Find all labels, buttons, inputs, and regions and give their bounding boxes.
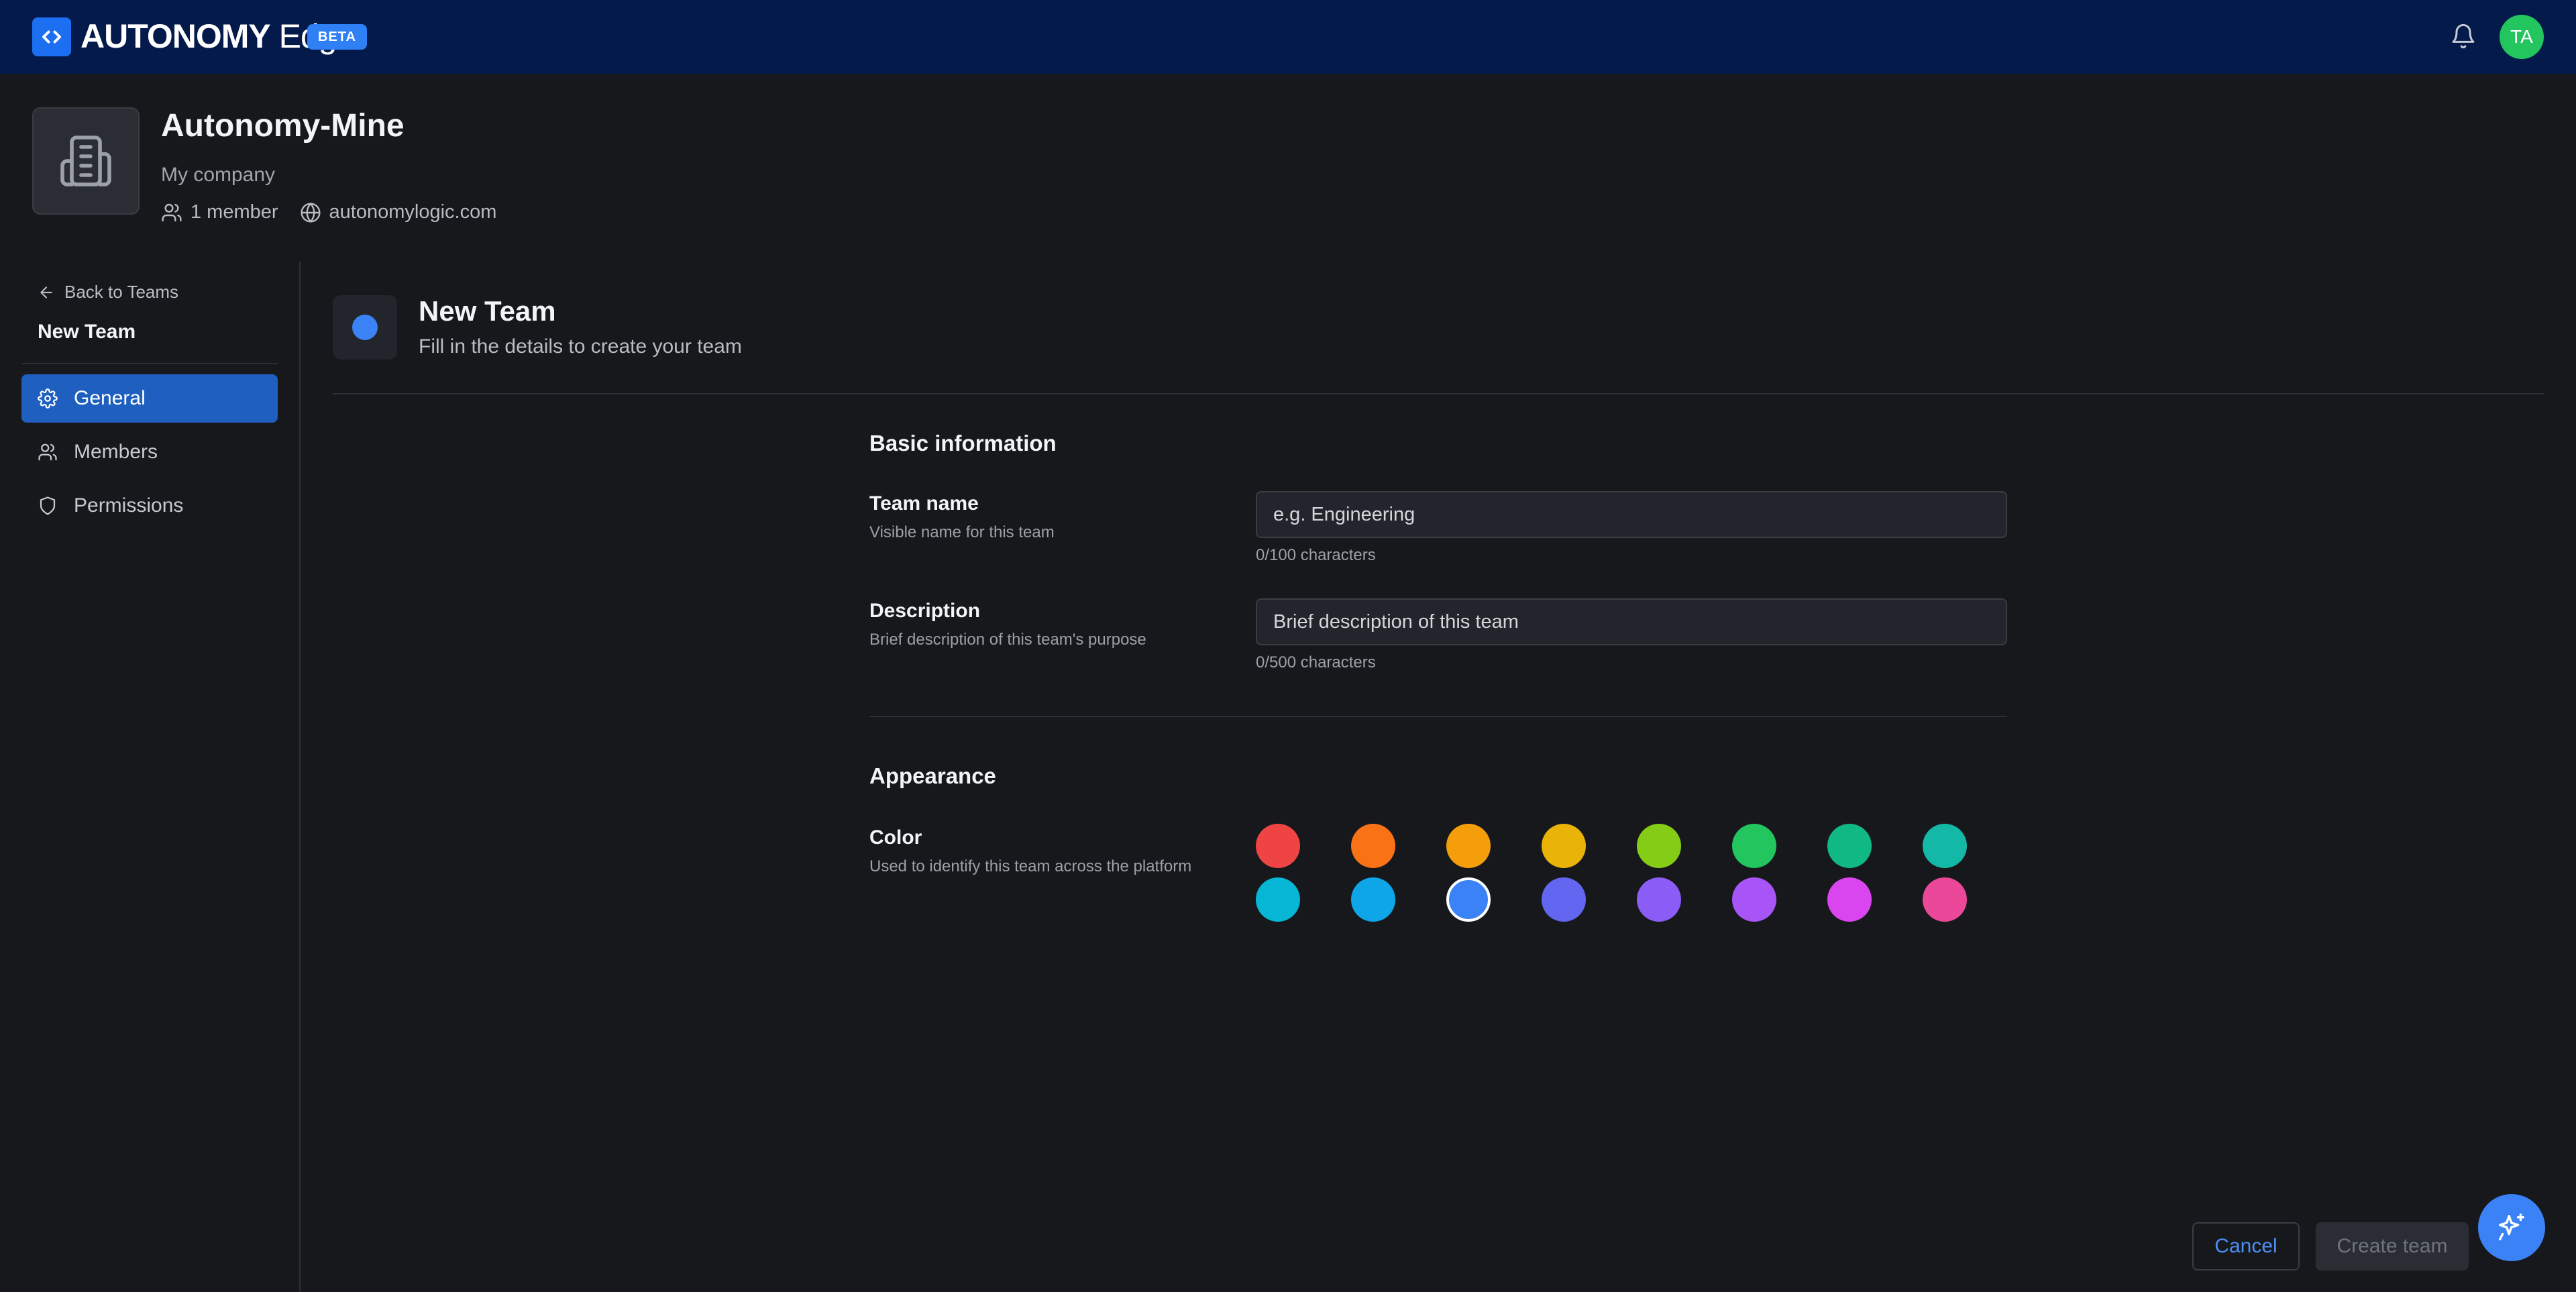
color-help: Used to identify this team across the pl…	[869, 857, 1192, 875]
back-to-teams-link[interactable]: Back to Teams	[38, 282, 178, 303]
building-icon	[32, 107, 140, 215]
color-swatch[interactable]	[1542, 824, 1586, 868]
back-to-teams-label: Back to Teams	[64, 282, 179, 302]
color-swatch[interactable]	[1351, 824, 1395, 868]
member-count-label: 1 member	[191, 201, 278, 223]
gear-icon	[38, 388, 58, 409]
color-swatch[interactable]	[1732, 824, 1776, 868]
member-count: 1 member	[161, 201, 278, 223]
sidebar-divider	[299, 262, 301, 1292]
organization-meta: 1 member autonomylogic.com	[161, 201, 518, 223]
sidebar-item-label: Permissions	[74, 494, 184, 517]
page-title: New Team	[419, 295, 556, 327]
team-name-help: Visible name for this team	[869, 523, 1055, 541]
organization-domain: autonomylogic.com	[300, 201, 497, 223]
page-subtitle: Fill in the details to create your team	[419, 335, 742, 358]
cancel-button[interactable]: Cancel	[2192, 1222, 2300, 1271]
notifications-bell-icon[interactable]	[2450, 23, 2477, 50]
color-swatch[interactable]	[1637, 824, 1681, 868]
description-help: Brief description of this team's purpose	[869, 631, 1146, 649]
ai-assistant-button[interactable]	[2478, 1194, 2545, 1261]
globe-icon	[301, 202, 321, 223]
sidebar-item-general[interactable]: General	[21, 374, 278, 423]
organization-domain-label: autonomylogic.com	[329, 201, 497, 223]
color-swatch[interactable]	[1923, 877, 1967, 922]
beta-badge: BETA	[307, 24, 367, 50]
color-swatch[interactable]	[1542, 877, 1586, 922]
arrow-left-icon	[40, 286, 52, 299]
basic-information-heading: Basic information	[869, 431, 1057, 455]
sparkles-icon	[2499, 1214, 2524, 1240]
top-navigation-bar: AUTONOMY Edge BETA TA	[0, 0, 2576, 74]
users-icon	[162, 203, 182, 221]
brand-bold: AUTONOMY	[80, 17, 271, 55]
app-logo-icon[interactable]	[32, 17, 71, 56]
color-swatch[interactable]	[1256, 877, 1300, 922]
sidebar-item-permissions[interactable]: Permissions	[21, 482, 278, 530]
team-color-dot	[352, 315, 378, 340]
users-icon	[38, 443, 57, 461]
description-label: Description	[869, 600, 981, 622]
color-swatch[interactable]	[1351, 877, 1395, 922]
color-swatch[interactable]	[1827, 877, 1872, 922]
color-swatch[interactable]	[1446, 877, 1491, 922]
shield-icon	[40, 496, 56, 515]
color-swatch[interactable]	[1827, 824, 1872, 868]
header-divider	[333, 393, 2544, 394]
sidebar-item-label: Members	[74, 441, 158, 463]
sidebar-title: New Team	[38, 321, 136, 343]
team-name-label: Team name	[869, 492, 979, 515]
organization-subtitle: My company	[161, 164, 276, 186]
create-team-button[interactable]: Create team	[2316, 1222, 2469, 1271]
color-swatch[interactable]	[1637, 877, 1681, 922]
color-swatch[interactable]	[1732, 877, 1776, 922]
team-name-counter: 0/100 characters	[1256, 546, 1376, 564]
description-input[interactable]	[1256, 598, 2007, 645]
color-swatch[interactable]	[1446, 824, 1491, 868]
user-avatar[interactable]: TA	[2500, 15, 2544, 59]
sidebar-item-label: General	[74, 387, 146, 409]
sidebar-separator	[21, 363, 278, 364]
color-swatch[interactable]	[1256, 824, 1300, 868]
sidebar-item-members[interactable]: Members	[21, 428, 278, 476]
color-swatch[interactable]	[1923, 824, 1967, 868]
team-color-preview	[333, 295, 397, 360]
organization-name: Autonomy-Mine	[161, 108, 405, 144]
description-counter: 0/500 characters	[1256, 653, 1376, 671]
color-label: Color	[869, 826, 922, 849]
form-divider	[869, 716, 2007, 717]
appearance-heading: Appearance	[869, 763, 996, 788]
team-name-input[interactable]	[1256, 491, 2007, 538]
